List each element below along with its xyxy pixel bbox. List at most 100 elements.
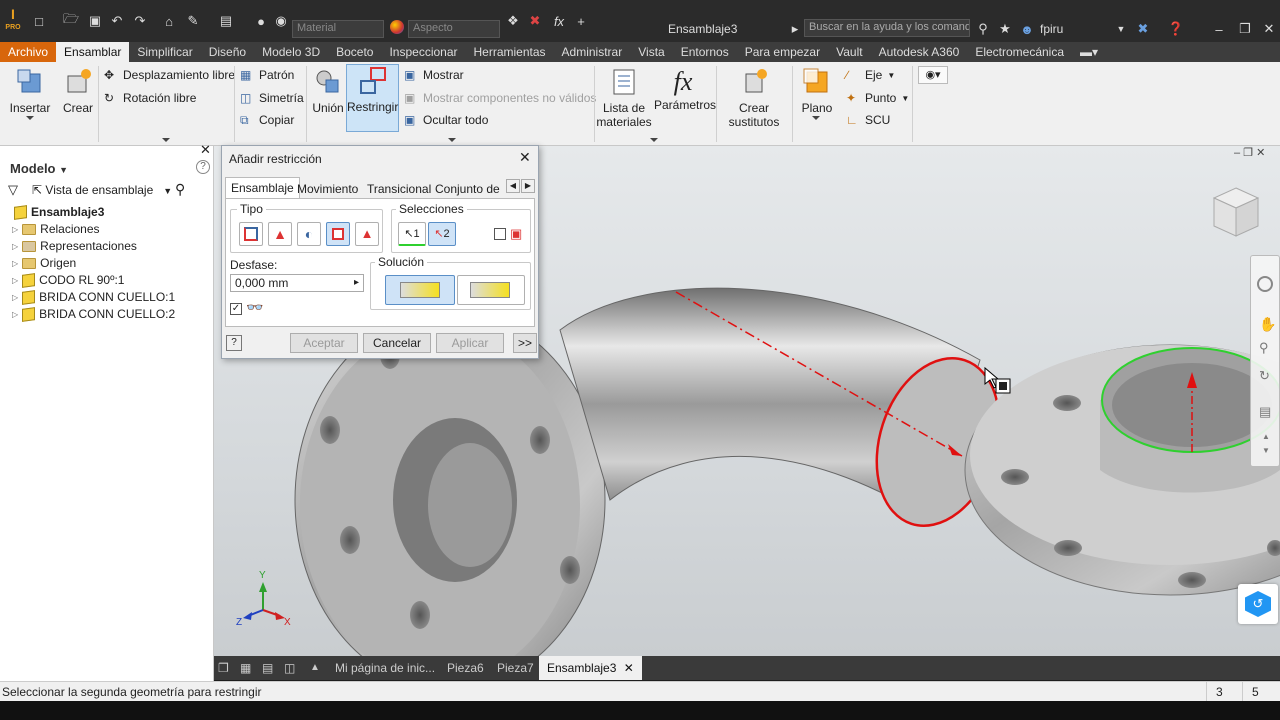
tab-simplificar[interactable]: Simplificar: [129, 42, 200, 62]
redo-icon[interactable]: ↷: [133, 12, 147, 30]
material-combo[interactable]: Material: [292, 20, 384, 38]
tree-item-relaciones[interactable]: ▷ Relaciones: [12, 222, 100, 236]
ribbon-options-button[interactable]: ◉▾: [918, 66, 948, 84]
tile-windows-icon[interactable]: ▦: [240, 656, 251, 680]
tab-scroll-left-icon[interactable]: ◀: [506, 179, 520, 193]
left-flange[interactable]: [294, 309, 606, 656]
inventor-logo-icon[interactable]: I PRO: [4, 4, 22, 38]
symmetry-type-button[interactable]: ▲: [355, 222, 379, 246]
union-button[interactable]: Unión: [310, 66, 346, 115]
ocultar-todo-button[interactable]: ▣ Ocultar todo: [404, 113, 488, 127]
share-icon[interactable]: ↺: [1238, 584, 1278, 624]
tab-transicional[interactable]: Transicional: [362, 179, 436, 199]
tab-scroll-right-icon[interactable]: ▶: [521, 179, 535, 193]
tab-electromecanica[interactable]: Electromecánica: [967, 42, 1072, 62]
help-circle-icon[interactable]: ?: [196, 160, 210, 174]
preview-checkbox[interactable]: ✓: [230, 303, 242, 315]
save-icon[interactable]: ▣: [87, 12, 103, 30]
tile-horizontal-icon[interactable]: ▤: [262, 656, 273, 680]
more-button[interactable]: >>: [513, 333, 537, 353]
punto-button[interactable]: ✦ Punto ▼: [846, 91, 909, 105]
adjust-appearance-icon[interactable]: ❖: [506, 12, 520, 30]
close-browser-icon[interactable]: ✕: [200, 142, 211, 158]
elbow-pipe[interactable]: [559, 287, 1020, 542]
filter-icon[interactable]: ▽: [8, 182, 18, 198]
crear-button[interactable]: Crear: [58, 66, 98, 115]
tab-modelo-3d[interactable]: Modelo 3D: [254, 42, 328, 62]
tree-item-codo[interactable]: ▷ CODO RL 90º:1: [12, 272, 124, 288]
tab-a360[interactable]: Autodesk A360: [871, 42, 968, 62]
doc-tab-ensamblaje3[interactable]: Ensamblaje3 ✕: [539, 656, 642, 680]
aceptar-button[interactable]: Aceptar: [290, 333, 358, 353]
first-part-checkbox[interactable]: [494, 228, 506, 240]
open-folder-icon[interactable]: 🗁: [62, 11, 80, 30]
solution-opposed-button[interactable]: [385, 275, 455, 305]
selection-1-button[interactable]: ↖1: [398, 222, 426, 246]
cancelar-button[interactable]: Cancelar: [363, 333, 431, 353]
fx-icon[interactable]: fx: [552, 12, 566, 30]
undo-icon[interactable]: ↶: [110, 12, 124, 30]
full-navigation-wheel-icon[interactable]: [1257, 276, 1273, 292]
eje-button[interactable]: ∕ Eje ▼: [846, 68, 895, 82]
tab-archivo[interactable]: Archivo: [0, 42, 57, 62]
home-icon[interactable]: ⌂: [161, 12, 177, 30]
tab-conjunto[interactable]: Conjunto de: [430, 179, 505, 199]
selection-2-button[interactable]: ↖2: [428, 222, 456, 246]
plano-button[interactable]: Plano: [798, 66, 836, 115]
user-dropdown-icon[interactable]: ▼: [1116, 20, 1126, 38]
tab-entornos[interactable]: Entornos: [673, 42, 737, 62]
crear-sustitutos-button[interactable]: Crear sustitutos: [726, 66, 782, 129]
tile-vertical-icon[interactable]: ◫: [284, 656, 295, 680]
viewport-minimize-icon[interactable]: – ❐ ✕: [1234, 146, 1265, 159]
tree-item-brida-2[interactable]: ▷ BRIDA CONN CUELLO:2: [12, 306, 175, 322]
ribbon-toggle-icon[interactable]: ▬▾: [1072, 42, 1106, 62]
tab-ensamblaje[interactable]: Ensamblaje: [225, 177, 300, 199]
tree-item-representaciones[interactable]: ▷ Representaciones: [12, 239, 137, 253]
help-search-input[interactable]: Buscar en la ayuda y los comandos: [804, 19, 970, 37]
restore-icon[interactable]: ❐: [1238, 20, 1252, 38]
copiar-button[interactable]: ⧉ Copiar: [240, 113, 294, 127]
doc-tab-pieza6[interactable]: Pieza6: [447, 656, 484, 680]
mostrar-componentes-button[interactable]: ▣ Mostrar componentes no válidos: [404, 91, 596, 105]
help-button[interactable]: ?: [226, 335, 242, 351]
tab-vault[interactable]: Vault: [828, 42, 870, 62]
dialog-close-icon[interactable]: ✕: [519, 149, 531, 166]
lista-materiales-button[interactable]: Lista de materiales: [596, 66, 652, 129]
new-file-icon[interactable]: □: [30, 12, 48, 30]
tab-para-empezar[interactable]: Para empezar: [737, 42, 828, 62]
navigation-bar[interactable]: ✋ ⚲ ↻ ▤ ▲ ▼: [1250, 255, 1280, 467]
tab-diseno[interactable]: Diseño: [201, 42, 254, 62]
minimize-icon[interactable]: –: [1212, 20, 1226, 38]
rotacion-libre-button[interactable]: ↻ Rotación libre: [104, 91, 196, 105]
scu-button[interactable]: ∟ SCU: [846, 113, 890, 127]
desfase-input[interactable]: 0,000 mm ▸: [230, 274, 364, 292]
properties-icon[interactable]: ▤: [218, 12, 234, 30]
viewcube[interactable]: [1212, 186, 1260, 238]
appearance-combo[interactable]: Aspecto: [408, 20, 500, 38]
right-flange[interactable]: [964, 344, 1280, 596]
look-at-icon[interactable]: ▤: [1259, 404, 1271, 420]
mate-type-button[interactable]: [239, 222, 263, 246]
search-arrow-icon[interactable]: ▸: [790, 20, 800, 38]
tab-ensamblar[interactable]: Ensamblar: [56, 42, 130, 62]
clear-appearance-icon[interactable]: ✖: [528, 12, 542, 30]
help-icon[interactable]: ❓: [1168, 20, 1184, 38]
angle-type-button[interactable]: ▲: [268, 222, 292, 246]
close-icon[interactable]: ✕: [1262, 20, 1276, 38]
search-binoculars-icon[interactable]: ⚲: [175, 181, 185, 198]
tab-inspeccionar[interactable]: Inspeccionar: [381, 42, 465, 62]
restringir-button[interactable]: Restringir: [346, 64, 399, 132]
select-icon[interactable]: ✎: [185, 12, 201, 30]
insertar-button[interactable]: Insertar: [8, 66, 52, 115]
aplicar-button[interactable]: Aplicar: [436, 333, 504, 353]
tangent-type-button[interactable]: ◐: [297, 222, 321, 246]
tab-boceto[interactable]: Boceto: [328, 42, 381, 62]
doc-tab-pieza7[interactable]: Pieza7: [497, 656, 534, 680]
exchange-icon[interactable]: ✖: [1136, 20, 1150, 38]
tab-herramientas[interactable]: Herramientas: [466, 42, 554, 62]
insert-type-button[interactable]: [326, 222, 350, 246]
plus-icon[interactable]: +: [574, 12, 588, 30]
parametros-button[interactable]: fx Parámetros: [654, 66, 716, 112]
tab-menu-icon[interactable]: ▲: [310, 656, 320, 680]
orbit-icon[interactable]: ↻: [1259, 368, 1270, 384]
